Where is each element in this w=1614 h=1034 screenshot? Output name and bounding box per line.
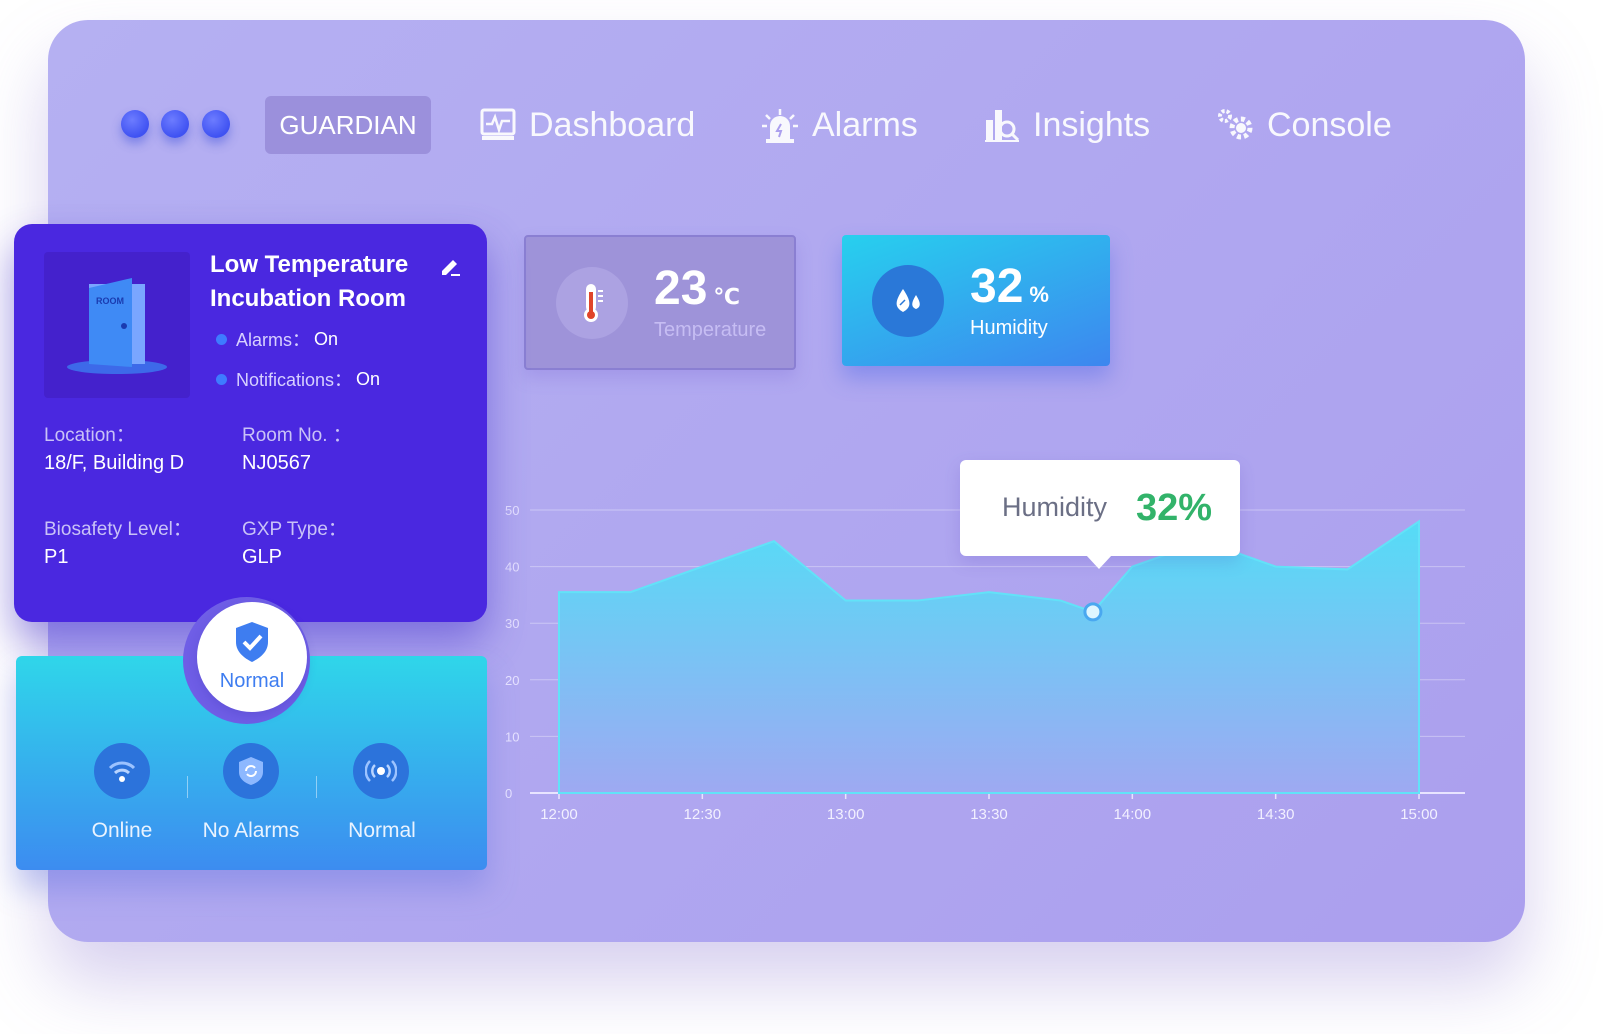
- nav-insights[interactable]: Insights: [983, 100, 1150, 150]
- nav-console[interactable]: Console: [1215, 100, 1392, 150]
- room-image-text: ROOM: [96, 296, 124, 306]
- x-tick-label: 12:00: [540, 806, 578, 823]
- tooltip-value: 32%: [1136, 487, 1213, 529]
- gxp-value: GLP: [242, 546, 283, 568]
- location-value: 18/F, Building D: [44, 452, 185, 474]
- x-tick-label: 12:30: [684, 806, 722, 823]
- status-badge[interactable]: [197, 602, 307, 712]
- gears-icon: [1218, 109, 1253, 140]
- nav-dashboard[interactable]: Dashboard: [479, 100, 695, 150]
- bullet-icon: [216, 333, 227, 345]
- no-alarms-status[interactable]: [223, 743, 279, 799]
- room-door-image: ROOM: [44, 252, 190, 398]
- nav-label: Console: [1267, 105, 1392, 144]
- humidity-card[interactable]: 32% Humidity: [842, 235, 1110, 366]
- signal-status[interactable]: [353, 743, 409, 799]
- nav-label: Alarms: [812, 105, 918, 144]
- signal-label: Normal: [348, 819, 416, 842]
- room-no-label: Room No. ：: [242, 425, 352, 446]
- wifi-icon: [108, 761, 136, 782]
- status-divider: [187, 776, 188, 798]
- siren-icon: [762, 109, 798, 143]
- shield-check-icon: [236, 622, 268, 662]
- online-label: Online: [91, 819, 153, 842]
- droplet-icon: [872, 265, 944, 337]
- temperature-card[interactable]: 23 ℃ Temperature: [524, 235, 796, 370]
- room-title: Low Temperature Incubation Room: [210, 248, 420, 316]
- x-tick-label: 13:00: [827, 806, 865, 823]
- nav-label: Insights: [1033, 105, 1151, 144]
- room-title-line2: Incubation Room: [210, 285, 406, 312]
- location-label: Location：: [44, 425, 135, 446]
- y-tick-label: 50: [505, 503, 519, 518]
- alarms-value: On: [314, 328, 339, 349]
- y-tick-label: 0: [505, 786, 512, 801]
- window-dot-2[interactable]: [161, 110, 189, 138]
- nav-alarms[interactable]: Alarms: [760, 100, 918, 150]
- notifications-label: Notifications：: [236, 370, 353, 390]
- biosafety-label: Biosafety Level：: [44, 519, 192, 540]
- temperature-label: Temperature: [654, 319, 767, 341]
- y-tick-label: 30: [505, 616, 519, 631]
- gxp-label: GXP Type：: [242, 519, 347, 540]
- y-tick-label: 10: [505, 729, 519, 744]
- biosafety-value: P1: [44, 546, 69, 568]
- tooltip-label: Humidity: [1002, 492, 1108, 522]
- alarms-label: Alarms：: [236, 330, 311, 350]
- monitor-icon: [480, 108, 516, 140]
- humidity-label: Humidity: [970, 317, 1048, 339]
- highlight-point[interactable]: [1083, 602, 1103, 622]
- notifications-flag: Notifications： On: [216, 366, 380, 392]
- y-tick-label: 20: [505, 673, 519, 688]
- room-no-value: NJ0567: [242, 452, 311, 474]
- edit-icon[interactable]: [438, 254, 462, 278]
- analytics-icon: [985, 110, 1020, 142]
- window-dot-1[interactable]: [121, 110, 149, 138]
- temperature-unit: ℃: [713, 284, 741, 309]
- no-alarms-label: No Alarms: [202, 819, 300, 842]
- x-tick-label: 14:00: [1114, 806, 1152, 823]
- humidity-unit: %: [1029, 282, 1049, 307]
- x-tick-label: 14:30: [1257, 806, 1295, 823]
- x-tick-label: 15:00: [1400, 806, 1438, 823]
- room-info-card[interactable]: ROOM Low Temperature Incubation Room Ala…: [14, 224, 487, 622]
- status-divider: [316, 776, 317, 798]
- humidity-area: [558, 519, 1420, 794]
- alarms-flag: Alarms： On: [216, 326, 338, 352]
- room-title-line1: Low Temperature: [210, 251, 409, 278]
- shield-sync-icon: [239, 757, 263, 785]
- status-badge-label: Normal: [219, 670, 285, 692]
- x-tick-label: 13:30: [970, 806, 1008, 823]
- y-tick-label: 40: [505, 560, 519, 575]
- window-dot-3[interactable]: [202, 110, 230, 138]
- humidity-value: 32%: [970, 260, 1049, 313]
- temperature-value: 23 ℃: [654, 262, 741, 315]
- brand-logo[interactable]: GUARDIAN: [265, 96, 431, 154]
- online-status[interactable]: [94, 743, 150, 799]
- nav-label: Dashboard: [529, 105, 696, 144]
- thermometer-icon: [556, 267, 628, 339]
- bullet-icon: [216, 373, 227, 385]
- broadcast-icon: [365, 760, 397, 782]
- chart-tooltip: Humidity 32%: [960, 460, 1240, 569]
- notifications-value: On: [356, 368, 381, 389]
